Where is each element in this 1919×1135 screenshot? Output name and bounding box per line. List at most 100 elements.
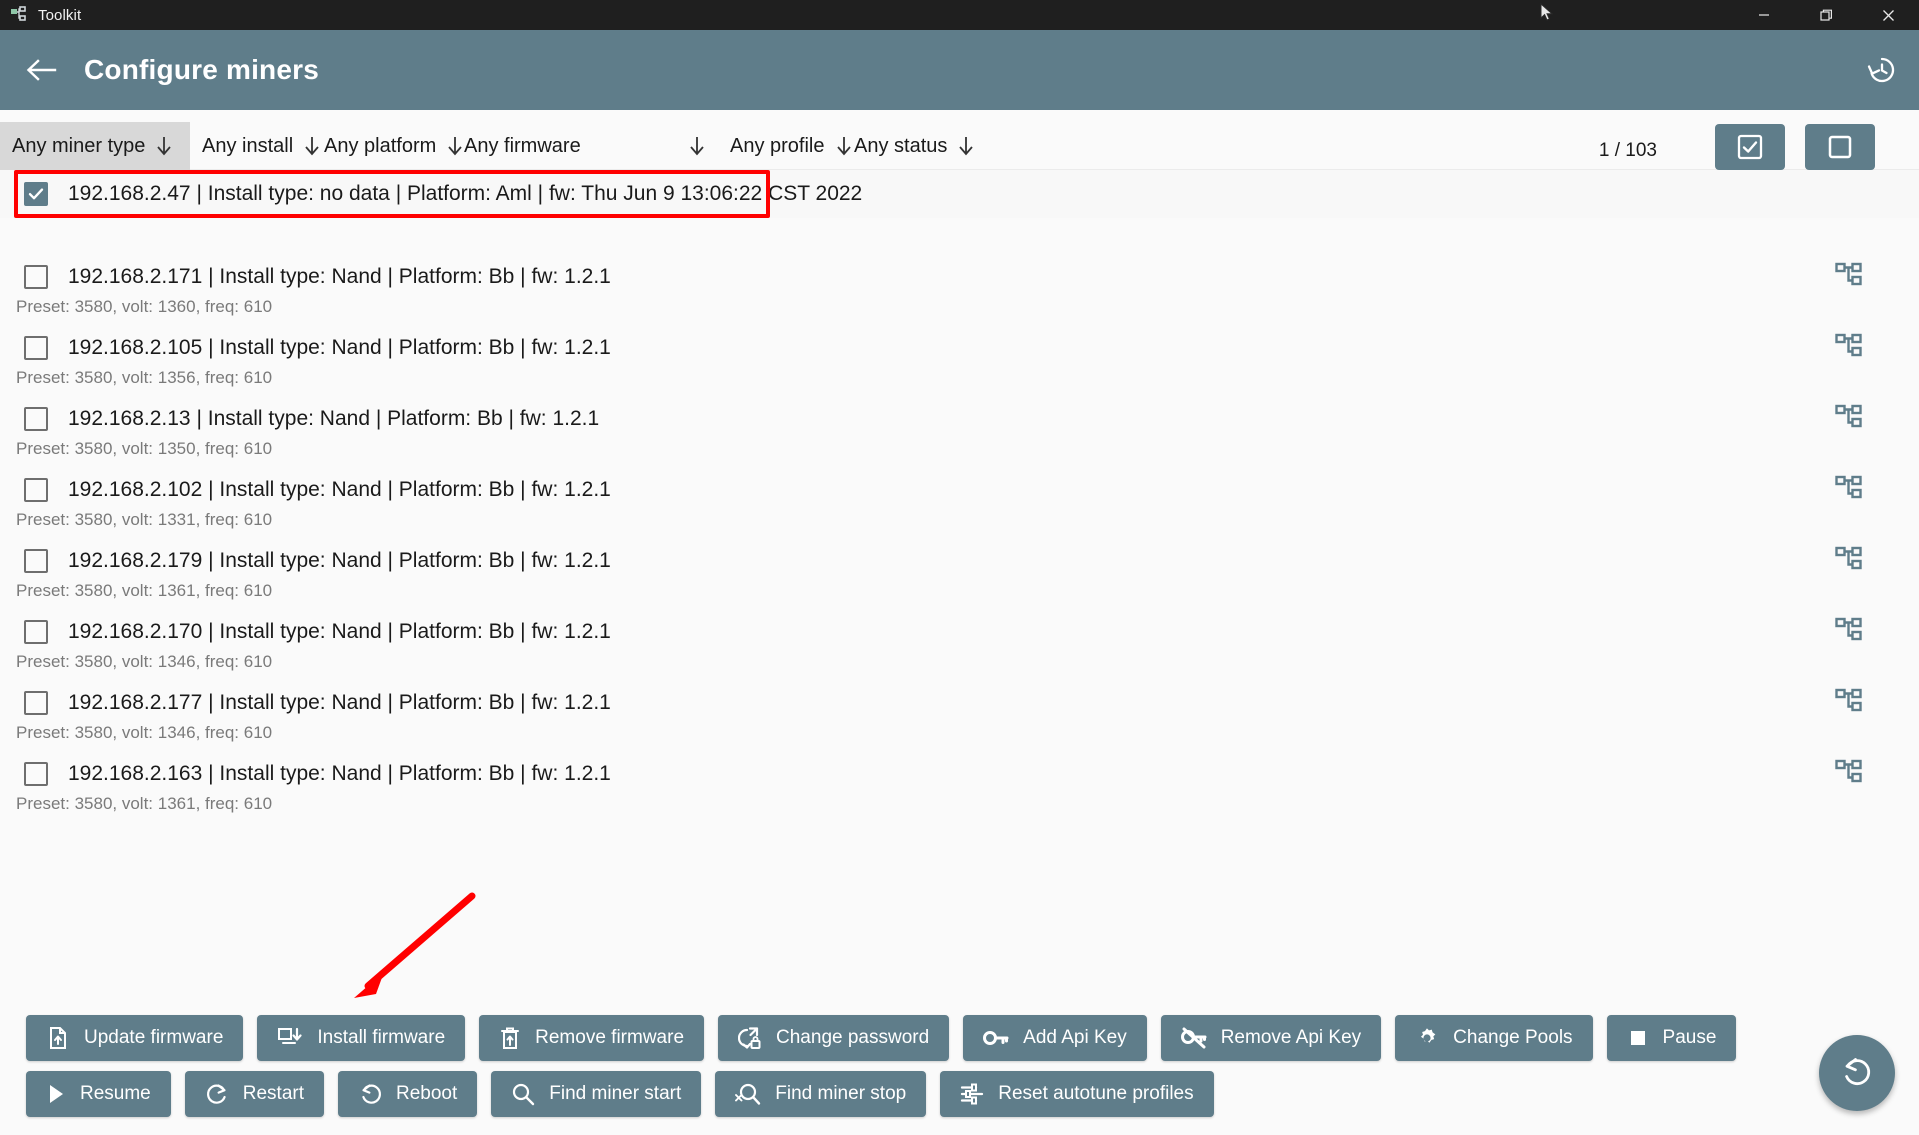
filter-label: Any firmware	[464, 134, 581, 157]
reset-autotune-profiles-button[interactable]: Reset autotune profiles	[940, 1071, 1214, 1117]
update-firmware-button[interactable]: Update firmware	[26, 1015, 244, 1061]
row-checkbox[interactable]	[24, 182, 48, 206]
button-label: Update firmware	[84, 1027, 224, 1048]
select-all-button[interactable]	[1715, 124, 1785, 170]
back-arrow-icon	[25, 56, 57, 84]
filter-platform[interactable]: Any platform	[312, 122, 462, 173]
row-checkbox[interactable]	[24, 265, 48, 289]
table-row[interactable]: 192.168.2.13 | Install type: Nand | Plat…	[0, 397, 1919, 468]
restart-button[interactable]: Restart	[184, 1071, 324, 1117]
row-checkbox[interactable]	[24, 549, 48, 573]
table-row[interactable]: 192.168.2.171 | Install type: Nand | Pla…	[0, 255, 1919, 326]
window-controls	[1733, 0, 1919, 30]
row-checkbox[interactable]	[24, 620, 48, 644]
sliders-icon	[960, 1082, 984, 1106]
trash-upload-icon	[499, 1026, 521, 1050]
row-sublabel: Preset: 3580, volt: 1346, freq: 610	[16, 652, 273, 671]
pause-button[interactable]: Pause	[1606, 1015, 1737, 1061]
change-password-button[interactable]: Change password	[718, 1015, 950, 1061]
checked-box-icon	[1736, 133, 1764, 161]
down-arrow-icon	[688, 135, 706, 157]
row-checkbox[interactable]	[24, 478, 48, 502]
sitemap-icon[interactable]	[1835, 332, 1863, 360]
remove-api-key-button[interactable]: Remove Api Key	[1160, 1015, 1382, 1061]
action-bar: Update firmware Install firmware Remove …	[0, 1005, 1919, 1117]
filter-install[interactable]: Any install	[190, 122, 319, 173]
button-label: Add Api Key	[1023, 1027, 1127, 1048]
filter-label: Any status	[854, 134, 948, 157]
undo-refresh-icon	[1838, 1054, 1876, 1092]
table-row[interactable]: 192.168.2.163 | Install type: Nand | Pla…	[0, 752, 1919, 823]
sitemap-icon[interactable]	[1835, 758, 1863, 786]
table-row[interactable]: 192.168.2.102 | Install type: Nand | Pla…	[0, 468, 1919, 539]
row-checkbox[interactable]	[24, 336, 48, 360]
add-api-key-button[interactable]: Add Api Key	[963, 1015, 1147, 1061]
row-label: 192.168.2.105 | Install type: Nand | Pla…	[68, 336, 611, 359]
sitemap-icon[interactable]	[1835, 261, 1863, 289]
history-button[interactable]	[1859, 47, 1905, 93]
restore-icon[interactable]	[1795, 0, 1857, 30]
title-bar: Toolkit	[0, 0, 1919, 30]
row-sublabel: Preset: 3580, volt: 1360, freq: 610	[16, 297, 273, 316]
sitemap-icon[interactable]	[1835, 687, 1863, 715]
selection-count: 1 / 103	[1598, 140, 1657, 161]
filter-label: Any profile	[730, 134, 825, 157]
action-row-2: Resume Restart Reboot Find miner start F…	[0, 1071, 1919, 1117]
filter-miner-type[interactable]: Any miner type	[0, 122, 190, 173]
button-label: Install firmware	[317, 1027, 446, 1048]
miner-list[interactable]: 192.168.2.47 | Install type: no data | P…	[0, 170, 1919, 970]
button-label: Reboot	[396, 1083, 458, 1104]
button-label: Remove firmware	[535, 1027, 685, 1048]
filter-profile[interactable]: Any profile	[718, 122, 851, 173]
find-miner-stop-button[interactable]: Find miner stop	[715, 1071, 927, 1117]
action-row-1: Update firmware Install firmware Remove …	[0, 1015, 1919, 1061]
sitemap-icon[interactable]	[1835, 616, 1863, 644]
sitemap-icon	[10, 6, 28, 24]
remove-firmware-button[interactable]: Remove firmware	[479, 1015, 705, 1061]
button-label: Pause	[1662, 1027, 1717, 1048]
select-none-button[interactable]	[1805, 124, 1875, 170]
sitemap-icon[interactable]	[1835, 474, 1863, 502]
refresh-fab-button[interactable]	[1819, 1035, 1895, 1111]
find-miner-start-button[interactable]: Find miner start	[491, 1071, 702, 1117]
button-label: Remove Api Key	[1220, 1027, 1362, 1048]
table-row[interactable]: 192.168.2.179 | Install type: Nand | Pla…	[0, 539, 1919, 610]
row-label: 192.168.2.102 | Install type: Nand | Pla…	[68, 478, 611, 501]
row-label: 192.168.2.13 | Install type: Nand | Plat…	[68, 407, 600, 430]
play-icon	[46, 1083, 66, 1105]
filter-bar: Any miner type Any install Any platform …	[0, 110, 1919, 173]
row-sublabel: Preset: 3580, volt: 1361, freq: 610	[16, 581, 273, 600]
gear-icon	[1415, 1026, 1439, 1050]
row-checkbox[interactable]	[24, 691, 48, 715]
table-row[interactable]: 192.168.2.170 | Install type: Nand | Pla…	[0, 610, 1919, 681]
table-row[interactable]: 192.168.2.177 | Install type: Nand | Pla…	[0, 681, 1919, 752]
app-title: Toolkit	[38, 6, 82, 24]
row-checkbox[interactable]	[24, 762, 48, 786]
sitemap-icon[interactable]	[1835, 545, 1863, 573]
install-firmware-button[interactable]: Install firmware	[257, 1015, 466, 1061]
button-label: Restart	[242, 1083, 304, 1104]
row-label: 192.168.2.171 | Install type: Nand | Pla…	[68, 265, 611, 288]
row-checkbox[interactable]	[24, 407, 48, 431]
row-sublabel: Preset: 3580, volt: 1356, freq: 610	[16, 368, 273, 387]
down-arrow-icon	[155, 135, 173, 157]
table-row[interactable]: 192.168.2.47 | Install type: no data | P…	[0, 170, 1919, 244]
minimize-icon[interactable]	[1733, 0, 1795, 30]
filter-firmware[interactable]: Any firmware	[452, 122, 718, 173]
back-button[interactable]	[18, 47, 64, 93]
button-label: Change Pools	[1453, 1027, 1573, 1048]
reboot-button[interactable]: Reboot	[338, 1071, 478, 1117]
button-label: Reset autotune profiles	[998, 1083, 1194, 1104]
row-label: 192.168.2.163 | Install type: Nand | Pla…	[68, 762, 611, 785]
change-pools-button[interactable]: Change Pools	[1395, 1015, 1593, 1061]
resume-button[interactable]: Resume	[26, 1071, 171, 1117]
button-label: Change password	[776, 1027, 930, 1048]
row-sublabel: Preset: 3580, volt: 1361, freq: 610	[16, 794, 273, 813]
sitemap-icon[interactable]	[1835, 403, 1863, 431]
table-row[interactable]: 192.168.2.105 | Install type: Nand | Pla…	[0, 326, 1919, 397]
device-download-icon	[277, 1026, 303, 1050]
close-icon[interactable]	[1857, 0, 1919, 30]
filter-status[interactable]: Any status	[842, 122, 974, 173]
key-slash-icon	[1180, 1027, 1207, 1049]
refresh-cw-icon	[205, 1082, 229, 1106]
